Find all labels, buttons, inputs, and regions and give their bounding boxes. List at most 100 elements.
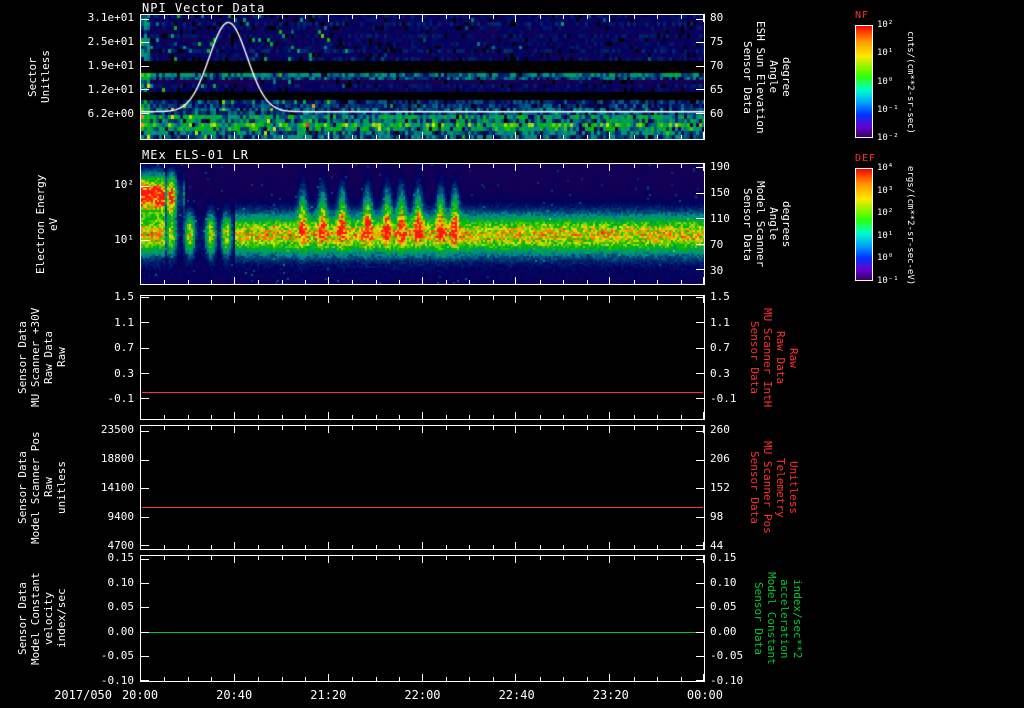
tick-mark: [258, 677, 260, 681]
tick-mark: [187, 296, 189, 300]
panel3-left-ticks: 1.5 1.1 0.7 0.3 -0.1: [72, 290, 135, 405]
tick-mark: [233, 296, 235, 303]
tick-mark: [445, 296, 447, 300]
tick-mark: [375, 677, 377, 681]
tick-mark: [680, 545, 682, 549]
tick-mark: [352, 15, 354, 19]
axis-label-line: Model Scanner: [754, 180, 767, 268]
tick-mark: [657, 164, 659, 168]
tick-mark: [258, 15, 260, 19]
tick-mark: [609, 412, 611, 419]
tick-mark: [469, 15, 471, 19]
y-tick-label: 23500: [100, 423, 134, 436]
tick-mark: [703, 132, 704, 139]
tick-mark: [657, 296, 659, 300]
panel1-title: NPI Vector Data: [142, 1, 266, 15]
axis-label-line: Raw: [787, 347, 800, 368]
colorbar-tick-label: 10¹: [877, 48, 894, 59]
tick-mark: [703, 296, 704, 303]
tick-mark: [281, 426, 283, 430]
colorbar-tick-label: 10⁴: [877, 163, 894, 173]
tick-mark: [141, 297, 149, 299]
axis-label-line: Raw Data: [42, 331, 55, 384]
panel4-left-ticks: 23500 18800 14100 9400 4700: [72, 423, 134, 552]
axis-label-line: unitless: [55, 461, 68, 514]
tick-mark: [399, 556, 401, 560]
tick-mark: [375, 426, 377, 430]
tick-mark: [421, 556, 423, 563]
axis-label-line: Telemetry: [774, 457, 787, 518]
axis-label-line: index/sec**2: [791, 578, 804, 659]
tick-mark: [281, 556, 283, 560]
tick-mark: [609, 426, 611, 433]
tick-mark: [586, 556, 588, 560]
tick-mark: [421, 542, 423, 549]
tick-mark: [515, 674, 517, 681]
y-tick-label: 80: [710, 11, 724, 24]
tick-mark: [539, 164, 541, 168]
tick-mark: [141, 347, 149, 349]
tick-mark: [140, 556, 141, 563]
tick-mark: [164, 426, 166, 430]
panel2-title: MEx ELS-01 LR: [142, 148, 249, 162]
y-tick-label: 0.3: [710, 366, 730, 380]
tick-mark: [305, 415, 307, 419]
x-tick-label: 23:20: [592, 688, 629, 702]
panel4-right-axis-label: Sensor Data MU Scanner Pos Telemetry Unitle…: [748, 425, 800, 550]
tick-mark: [281, 135, 283, 139]
axis-label-line: Angle: [767, 207, 780, 241]
tick-mark: [696, 218, 704, 220]
tick-mark: [680, 164, 682, 168]
tick-mark: [164, 164, 166, 168]
tick-mark: [633, 556, 635, 560]
tick-mark: [469, 556, 471, 560]
tick-mark: [305, 164, 307, 168]
y-tick-label: 0.00: [710, 624, 737, 638]
axis-label-line: Sensor Data: [741, 40, 754, 114]
panel2-left-axis-label: Electron Energy eV: [34, 163, 60, 285]
y-tick-label: 3.1e+01: [87, 11, 134, 24]
tick-mark: [445, 556, 447, 560]
tick-mark: [141, 322, 149, 324]
y-tick-label: -0.10: [710, 673, 744, 687]
tick-mark: [141, 680, 149, 681]
tick-mark: [258, 415, 260, 419]
tick-mark: [469, 415, 471, 419]
y-tick-label: 70: [710, 59, 724, 72]
tick-mark: [211, 415, 213, 419]
tick-mark: [399, 15, 401, 19]
axis-label-line: Model Constant: [29, 572, 42, 665]
tick-mark: [141, 18, 149, 20]
tick-mark: [492, 296, 494, 300]
tick-mark: [609, 132, 611, 139]
tick-mark: [141, 459, 149, 461]
axis-label-line: MU Scanner Pos: [761, 441, 774, 534]
axis-label-line: Sector: [26, 57, 39, 97]
panel2-right-ticks: 190 150 110 70 30: [710, 160, 744, 277]
tick-mark: [696, 269, 704, 271]
tick-mark: [281, 15, 283, 19]
y-tick-label: 60: [710, 107, 724, 120]
tick-mark: [657, 556, 659, 560]
tick-mark: [469, 280, 471, 284]
tick-mark: [140, 426, 141, 433]
tick-mark: [539, 545, 541, 549]
y-tick-label: 70: [710, 238, 724, 251]
tick-mark: [703, 542, 704, 549]
tick-mark: [657, 280, 659, 284]
tick-mark: [421, 277, 423, 284]
tick-mark: [539, 677, 541, 681]
tick-mark: [233, 426, 235, 433]
tick-mark: [399, 164, 401, 168]
y-tick-label: 10¹: [114, 233, 134, 246]
tick-mark: [633, 164, 635, 168]
x-tick-label: 00:00: [686, 688, 723, 702]
axis-label-line: Model Scanner Pos: [29, 431, 42, 544]
tick-mark: [421, 15, 423, 22]
tick-mark: [492, 426, 494, 430]
y-tick-label: 14100: [100, 481, 134, 494]
tick-mark: [211, 677, 213, 681]
tick-mark: [327, 556, 329, 563]
tick-mark: [696, 488, 704, 490]
y-tick-label: 0.15: [710, 551, 737, 564]
